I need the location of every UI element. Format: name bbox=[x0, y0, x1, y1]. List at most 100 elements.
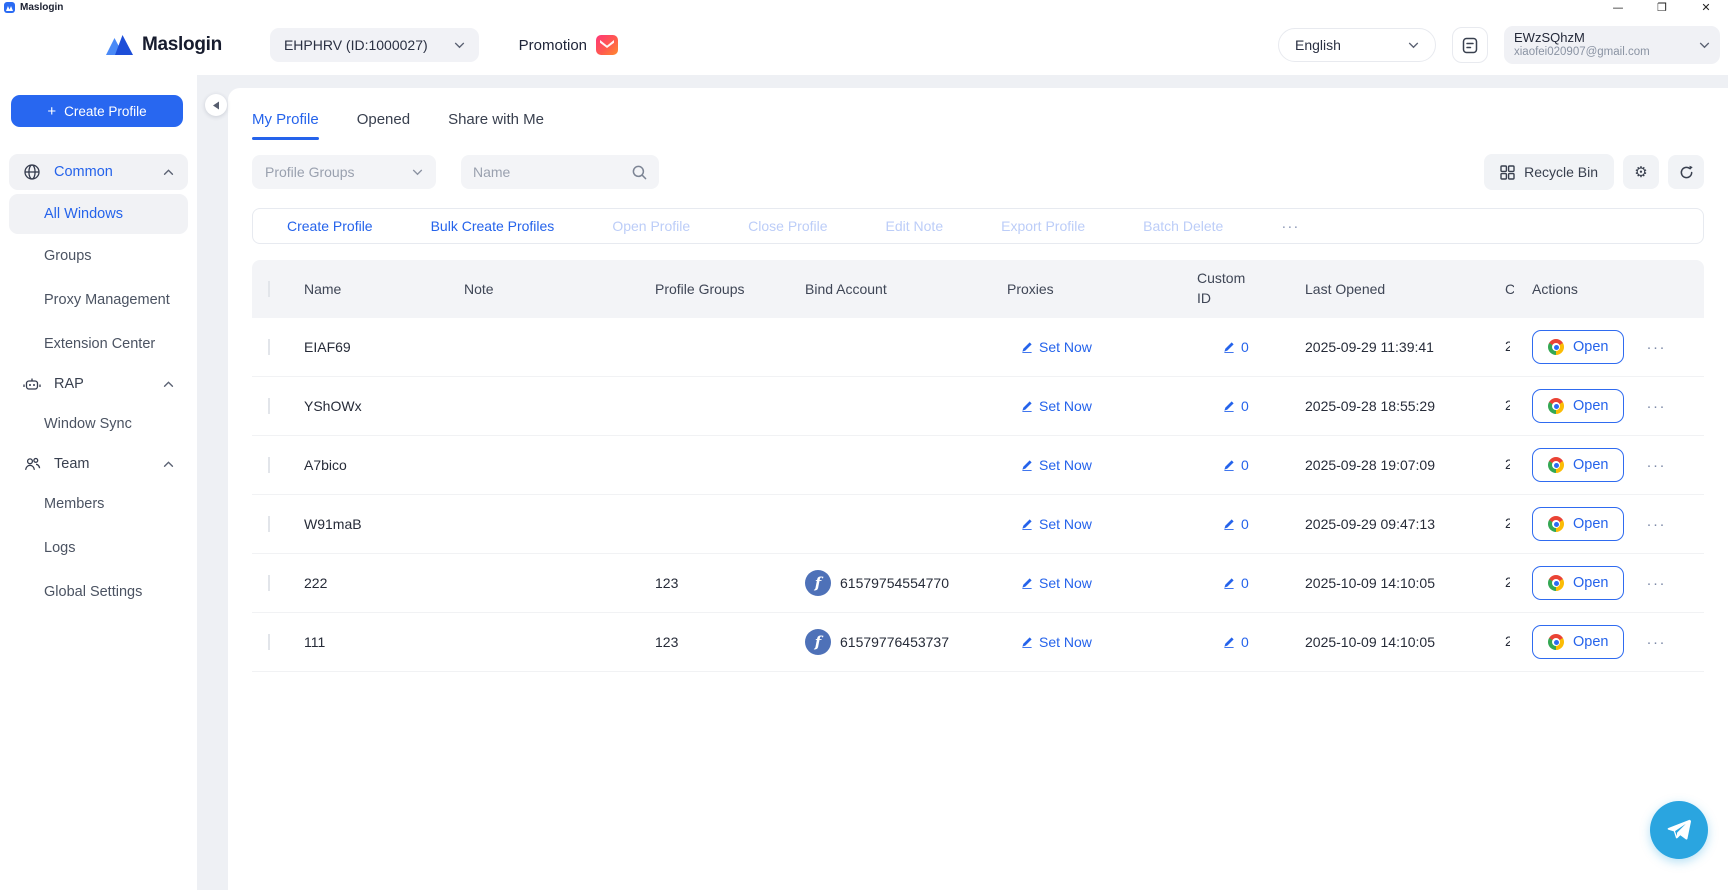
custom-id-link[interactable]: 0 bbox=[1223, 398, 1249, 414]
tab-share-with-me[interactable]: Share with Me bbox=[448, 98, 544, 140]
workspace-dropdown[interactable]: EHPHRV (ID:1000027) bbox=[270, 28, 479, 62]
row-more-icon[interactable]: ··· bbox=[1646, 575, 1666, 592]
custom-id-link[interactable]: 0 bbox=[1223, 457, 1249, 473]
sidebar-item-global-settings[interactable]: Global Settings bbox=[9, 570, 188, 614]
custom-id-link[interactable]: 0 bbox=[1223, 634, 1249, 650]
sidebar-section-label: RAP bbox=[54, 376, 150, 392]
open-profile-button[interactable]: Open bbox=[1532, 389, 1624, 423]
workspace-name: EHPHRV (ID:1000027) bbox=[284, 37, 428, 53]
row-checkbox[interactable] bbox=[268, 339, 270, 355]
settings-button[interactable]: ⚙ bbox=[1623, 155, 1659, 189]
custom-id-link[interactable]: 0 bbox=[1223, 575, 1249, 591]
telegram-button[interactable] bbox=[1650, 801, 1708, 859]
bind-account-id: 61579754554770 bbox=[840, 575, 949, 591]
tab-label: Opened bbox=[357, 111, 410, 128]
pencil-icon bbox=[1223, 577, 1235, 589]
create-profile-button[interactable]: + Create Profile bbox=[11, 95, 183, 127]
sidebar-item-extension-center[interactable]: Extension Center bbox=[9, 322, 188, 366]
sidebar-item-label: All Windows bbox=[44, 206, 123, 222]
row-more-icon[interactable]: ··· bbox=[1646, 457, 1666, 474]
custom-id-cell: 0 bbox=[1189, 634, 1297, 651]
sidebar-item-window-sync[interactable]: Window Sync bbox=[9, 402, 188, 446]
set-proxy-link[interactable]: Set Now bbox=[1021, 516, 1092, 532]
sidebar-item-proxy-management[interactable]: Proxy Management bbox=[9, 278, 188, 322]
action-open-profile[interactable]: Open Profile bbox=[612, 218, 690, 234]
row-checkbox[interactable] bbox=[268, 516, 270, 532]
titlebar-app-name: Maslogin bbox=[20, 2, 63, 13]
profile-name-cell: YShOWx bbox=[296, 398, 456, 414]
set-proxy-link[interactable]: Set Now bbox=[1021, 339, 1092, 355]
action-batch-delete[interactable]: Batch Delete bbox=[1143, 218, 1223, 234]
row-more-icon[interactable]: ··· bbox=[1646, 398, 1666, 415]
custom-id-link[interactable]: 0 bbox=[1223, 516, 1249, 532]
minimize-button[interactable]: — bbox=[1596, 0, 1640, 15]
open-profile-button[interactable]: Open bbox=[1532, 330, 1624, 364]
set-proxy-link[interactable]: Set Now bbox=[1021, 398, 1092, 414]
row-checkbox[interactable] bbox=[268, 398, 270, 414]
open-label: Open bbox=[1573, 516, 1608, 532]
sidebar-section-common[interactable]: Common bbox=[9, 154, 188, 190]
chevron-down-icon bbox=[1408, 42, 1419, 49]
more-actions-icon[interactable]: ··· bbox=[1281, 218, 1299, 235]
maximize-button[interactable]: ❐ bbox=[1640, 0, 1684, 15]
open-profile-button[interactable]: Open bbox=[1532, 448, 1624, 482]
custom-id-link[interactable]: 0 bbox=[1223, 339, 1249, 355]
action-edit-note[interactable]: Edit Note bbox=[886, 218, 944, 234]
search-icon[interactable] bbox=[632, 165, 647, 180]
triangle-left-icon bbox=[212, 101, 220, 110]
row-checkbox[interactable] bbox=[268, 634, 270, 650]
sidebar-item-all-windows[interactable]: All Windows bbox=[9, 194, 188, 234]
create-profile-label: Create Profile bbox=[64, 104, 147, 119]
custom-id-cell: 0 bbox=[1189, 339, 1297, 356]
table-body: EIAF69 f Set Now 0 bbox=[252, 318, 1704, 672]
document-button[interactable] bbox=[1452, 27, 1488, 63]
row-checkbox[interactable] bbox=[268, 575, 270, 591]
chrome-icon bbox=[1548, 516, 1564, 532]
set-proxy-link[interactable]: Set Now bbox=[1021, 575, 1092, 591]
recycle-bin-button[interactable]: Recycle Bin bbox=[1484, 154, 1614, 190]
column-header-note: Note bbox=[456, 281, 647, 297]
set-proxy-link[interactable]: Set Now bbox=[1021, 457, 1092, 473]
action-close-profile[interactable]: Close Profile bbox=[748, 218, 827, 234]
promotion-link[interactable]: Promotion bbox=[519, 35, 618, 55]
tab-my-profile[interactable]: My Profile bbox=[252, 98, 319, 140]
action-create-profile[interactable]: Create Profile bbox=[287, 218, 373, 234]
sidebar-item-members[interactable]: Members bbox=[9, 482, 188, 526]
sidebar-collapse-button[interactable] bbox=[205, 94, 227, 116]
row-more-icon[interactable]: ··· bbox=[1646, 516, 1666, 533]
row-checkbox[interactable] bbox=[268, 457, 270, 473]
select-all-checkbox[interactable] bbox=[268, 281, 270, 297]
sidebar-section-team[interactable]: Team bbox=[9, 446, 188, 482]
column-header-profile-groups: Profile Groups bbox=[647, 281, 797, 297]
name-search-input[interactable] bbox=[473, 164, 613, 180]
action-bulk-create-profiles[interactable]: Bulk Create Profiles bbox=[431, 218, 555, 234]
close-button[interactable]: ✕ bbox=[1684, 0, 1728, 15]
row-more-icon[interactable]: ··· bbox=[1646, 339, 1666, 356]
action-export-profile[interactable]: Export Profile bbox=[1001, 218, 1085, 234]
row-more-icon[interactable]: ··· bbox=[1646, 634, 1666, 651]
profile-groups-placeholder: Profile Groups bbox=[265, 164, 354, 180]
open-label: Open bbox=[1573, 457, 1608, 473]
table-row: 222 123 f 61579754554770 Set Now 0 bbox=[252, 554, 1704, 613]
language-dropdown[interactable]: English bbox=[1278, 28, 1436, 62]
chevron-down-icon bbox=[1699, 42, 1710, 49]
profile-groups-select[interactable]: Profile Groups bbox=[252, 155, 436, 189]
custom-id-cell: 0 bbox=[1189, 457, 1297, 474]
column-header-proxies: Proxies bbox=[999, 281, 1189, 297]
tab-opened[interactable]: Opened bbox=[357, 98, 410, 140]
proxies-cell: Set Now bbox=[999, 339, 1189, 356]
open-profile-button[interactable]: Open bbox=[1532, 625, 1624, 659]
last-opened-cell: 2025-10-09 14:10:05 bbox=[1297, 634, 1497, 650]
user-account-dropdown[interactable]: EWzSQhzM xiaofei020907@gmail.com bbox=[1504, 26, 1720, 64]
titlebar: Maslogin — ❐ ✕ bbox=[0, 0, 1728, 15]
sidebar-item-label: Window Sync bbox=[44, 416, 132, 432]
table-row: A7bico f Set Now 0 bbox=[252, 436, 1704, 495]
sidebar: + Create Profile Common All Windows Grou… bbox=[0, 75, 197, 890]
sidebar-section-rap[interactable]: RAP bbox=[9, 366, 188, 402]
sidebar-item-groups[interactable]: Groups bbox=[9, 234, 188, 278]
set-proxy-link[interactable]: Set Now bbox=[1021, 634, 1092, 650]
refresh-button[interactable] bbox=[1668, 155, 1704, 189]
open-profile-button[interactable]: Open bbox=[1532, 507, 1624, 541]
sidebar-item-logs[interactable]: Logs bbox=[9, 526, 188, 570]
open-profile-button[interactable]: Open bbox=[1532, 566, 1624, 600]
